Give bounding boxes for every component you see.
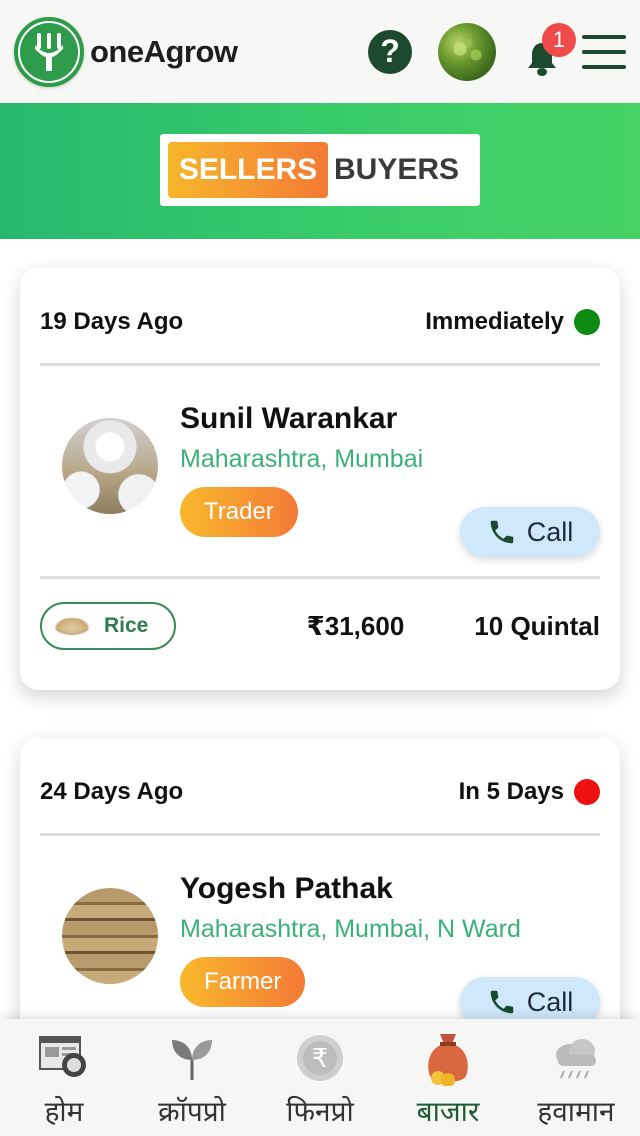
posted-time: 19 Days Ago — [40, 308, 184, 335]
price: ₹31,600 — [306, 610, 405, 641]
divider — [40, 833, 600, 836]
call-button[interactable]: Call — [460, 507, 600, 557]
seller-name: Sunil Warankar — [180, 402, 398, 435]
seller-photo — [62, 418, 158, 514]
listing-card[interactable]: 19 Days Ago Immediately Sunil Warankar M… — [20, 268, 620, 690]
rupee-coin-icon: ₹ — [292, 1030, 348, 1086]
nav-item-home[interactable]: होम — [4, 1030, 124, 1130]
nav-label: हवामान — [537, 1095, 615, 1128]
availability: In 5 Days — [459, 778, 600, 806]
crop-tag[interactable]: Rice — [40, 602, 176, 650]
availability-label: In 5 Days — [458, 778, 564, 805]
call-label: Call — [526, 516, 574, 547]
tab-sellers[interactable]: SELLERS — [168, 142, 328, 198]
phone-icon — [490, 990, 513, 1014]
sellers-buyers-toggle: SELLERS BUYERS — [160, 134, 480, 206]
nav-item-finpro[interactable]: ₹ फिनप्रो — [260, 1030, 380, 1130]
svg-text:₹: ₹ — [312, 1044, 329, 1074]
availability-status-dot — [574, 309, 600, 335]
notification-button[interactable]: 1 — [522, 22, 576, 77]
seller-location: Maharashtra, Mumbai — [180, 445, 424, 473]
bottom-navigation: होम क्रॉपप्रो ₹ फिनप्रो बाजार हवामान — [0, 1019, 640, 1136]
notification-count-badge: 1 — [542, 22, 576, 57]
sprout-icon — [164, 1030, 220, 1086]
rice-grain-icon — [54, 617, 90, 635]
header-band: SELLERS BUYERS — [0, 103, 640, 239]
brand-name: oneAgrow — [90, 33, 238, 69]
profile-avatar[interactable] — [438, 22, 496, 81]
quantity: 10 Quintal — [474, 610, 600, 641]
nav-label: क्रॉपप्रो — [158, 1095, 226, 1128]
seller-name: Yogesh Pathak — [180, 872, 393, 905]
divider — [40, 576, 600, 579]
tab-buyers[interactable]: BUYERS — [334, 153, 459, 187]
posted-time: 24 Days Ago — [40, 778, 184, 805]
divider — [40, 363, 600, 366]
rain-cloud-icon — [548, 1030, 604, 1086]
nav-label: होम — [44, 1095, 84, 1128]
nav-item-bazaar[interactable]: बाजार — [388, 1030, 508, 1130]
role-badge: Farmer — [180, 957, 306, 1007]
nav-item-croppro[interactable]: क्रॉपप्रो — [132, 1030, 252, 1130]
availability: Immediately — [425, 308, 600, 336]
help-icon[interactable]: ? — [368, 29, 412, 74]
phone-icon — [490, 520, 513, 544]
fork-logo-icon — [20, 22, 78, 81]
money-bag-icon — [420, 1030, 476, 1086]
role-badge: Trader — [180, 487, 298, 537]
home-search-icon — [36, 1030, 92, 1086]
availability-label: Immediately — [425, 308, 564, 335]
nav-item-weather[interactable]: हवामान — [516, 1030, 636, 1130]
brand-logo[interactable] — [14, 16, 84, 87]
seller-photo — [62, 888, 158, 984]
seller-location: Maharashtra, Mumbai, N Ward — [180, 915, 521, 943]
crop-name: Rice — [104, 614, 149, 637]
menu-icon[interactable] — [582, 34, 626, 69]
nav-label: फिनप्रो — [286, 1095, 354, 1128]
nav-label: बाजार — [416, 1095, 480, 1128]
availability-status-dot — [574, 779, 600, 805]
call-label: Call — [526, 986, 574, 1017]
app-header: oneAgrow ? 1 — [0, 0, 640, 103]
